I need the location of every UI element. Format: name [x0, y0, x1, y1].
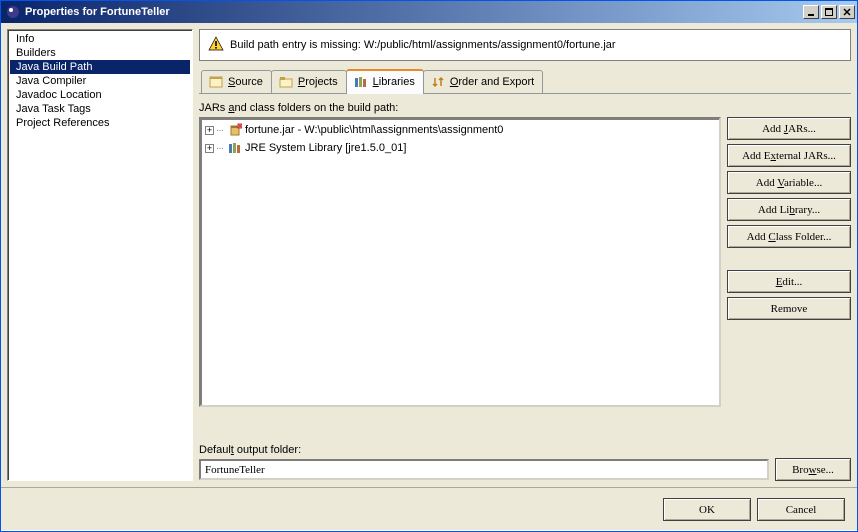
jar-icon [227, 122, 243, 138]
button-column: Add JARs... Add External JARs... Add Var… [727, 117, 851, 438]
add-external-jars-button[interactable]: Add External JARs... [727, 144, 851, 167]
jar-tree[interactable]: + ··· fortune.jar - W:\public\html\assig… [199, 117, 721, 407]
warning-text: Build path entry is missing: W:/public/h… [230, 39, 616, 51]
output-folder-input[interactable] [199, 459, 769, 480]
minimize-button[interactable] [803, 5, 819, 19]
tab-libraries[interactable]: Libraries [346, 69, 424, 94]
expand-icon[interactable]: + [205, 126, 214, 135]
sidebar-item-javadoc-location[interactable]: Javadoc Location [10, 88, 190, 102]
sidebar-item-java-compiler[interactable]: Java Compiler [10, 74, 190, 88]
add-jars-button[interactable]: Add JARs... [727, 117, 851, 140]
right-pane: Build path entry is missing: W:/public/h… [199, 29, 851, 481]
jar-list-label: JARs and class folders on the build path… [199, 102, 851, 114]
sidebar-item-java-task-tags[interactable]: Java Task Tags [10, 102, 190, 116]
output-folder-section: Default output folder: Browse... [199, 444, 851, 481]
sidebar-item-builders[interactable]: Builders [10, 46, 190, 60]
warning-icon [208, 36, 224, 55]
tree-item-jre[interactable]: + ··· JRE System Library [jre1.5.0_01] [203, 139, 717, 157]
window-title: Properties for FortuneTeller [25, 6, 803, 18]
tab-bar: Source Projects Libraries Order and Expo… [199, 69, 851, 94]
tab-projects[interactable]: Projects [271, 70, 347, 93]
output-folder-label: Default output folder: [199, 444, 851, 456]
source-icon [208, 74, 224, 90]
browse-button[interactable]: Browse... [775, 458, 851, 481]
app-icon [5, 4, 21, 20]
properties-dialog: Properties for FortuneTeller Info Builde… [0, 0, 858, 532]
maximize-button[interactable] [821, 5, 837, 19]
order-icon [430, 74, 446, 90]
warning-banner: Build path entry is missing: W:/public/h… [199, 29, 851, 61]
sidebar-item-project-references[interactable]: Project References [10, 116, 190, 130]
libraries-panel: JARs and class folders on the build path… [199, 98, 851, 481]
add-class-folder-button[interactable]: Add Class Folder... [727, 225, 851, 248]
cancel-button[interactable]: Cancel [757, 498, 845, 521]
sidebar-item-java-build-path[interactable]: Java Build Path [10, 60, 190, 74]
titlebar: Properties for FortuneTeller [1, 1, 857, 23]
tree-item-label: JRE System Library [jre1.5.0_01] [245, 142, 406, 154]
dialog-footer: OK Cancel [1, 487, 857, 531]
ok-button[interactable]: OK [663, 498, 751, 521]
window-controls [803, 5, 855, 19]
expand-icon[interactable]: + [205, 144, 214, 153]
close-button[interactable] [839, 5, 855, 19]
category-tree[interactable]: Info Builders Java Build Path Java Compi… [7, 29, 193, 481]
add-variable-button[interactable]: Add Variable... [727, 171, 851, 194]
tab-source[interactable]: Source [201, 70, 272, 93]
libraries-icon [353, 74, 369, 90]
dialog-content: Info Builders Java Build Path Java Compi… [1, 23, 857, 487]
remove-button[interactable]: Remove [727, 297, 851, 320]
sidebar-item-info[interactable]: Info [10, 32, 190, 46]
tree-item-label: fortune.jar - W:\public\html\assignments… [245, 124, 503, 136]
tab-order-export[interactable]: Order and Export [423, 70, 543, 93]
projects-icon [278, 74, 294, 90]
add-library-button[interactable]: Add Library... [727, 198, 851, 221]
edit-button[interactable]: Edit... [727, 270, 851, 293]
tree-item-fortune-jar[interactable]: + ··· fortune.jar - W:\public\html\assig… [203, 121, 717, 139]
library-icon [227, 140, 243, 156]
